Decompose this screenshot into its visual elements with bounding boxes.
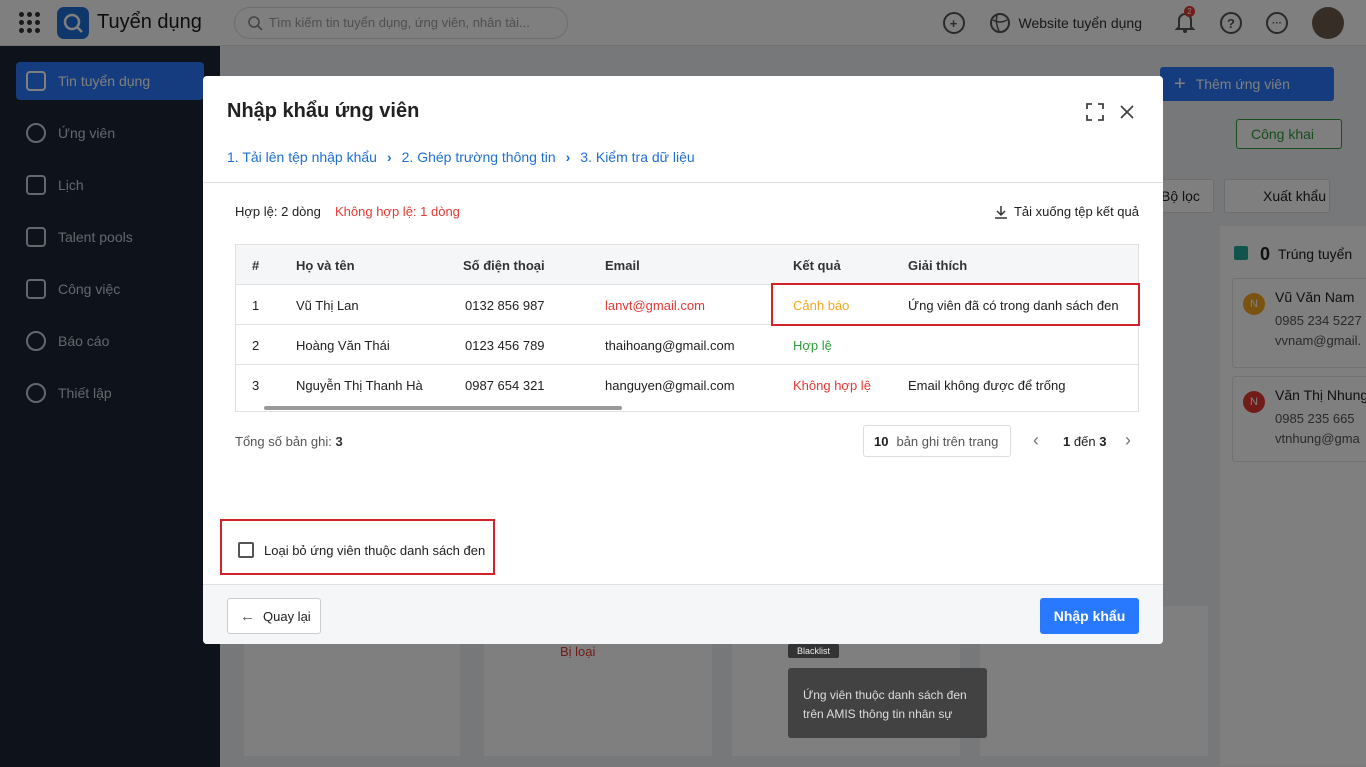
horizontal-scrollbar[interactable] xyxy=(264,406,622,410)
step-upload[interactable]: 1. Tải lên tệp nhập khẩu xyxy=(227,149,377,165)
back-button[interactable]: ← Quay lại xyxy=(227,598,321,634)
blacklist-tag: Blacklist xyxy=(788,644,839,658)
row-email: hanguyen@gmail.com xyxy=(605,377,735,393)
row-number: 1 xyxy=(252,297,260,313)
row-explain: Email không được để trống xyxy=(908,377,1066,393)
page-size-select[interactable]: 10 bản ghi trên trang xyxy=(863,425,1011,457)
chevron-right-icon: › xyxy=(386,149,392,165)
download-icon xyxy=(994,205,1007,219)
result-table: # Họ và tên Số điện thoại Email Kết quả … xyxy=(235,244,1139,412)
table-row[interactable]: 2 Hoàng Văn Thái 0123 456 789 thaihoang@… xyxy=(236,325,1138,365)
col-result: Kết quả xyxy=(793,257,841,273)
highlight-box xyxy=(220,519,495,575)
close-icon[interactable] xyxy=(1119,104,1135,120)
page-to-label: đến xyxy=(1073,434,1096,449)
modal-title: Nhập khẩu ứng viên xyxy=(227,100,420,122)
step-verify[interactable]: 3. Kiểm tra dữ liệu xyxy=(580,149,694,165)
row-email: thaihoang@gmail.com xyxy=(605,337,735,353)
col-name: Họ và tên xyxy=(296,257,355,273)
row-result: Hợp lệ xyxy=(793,337,832,353)
row-phone: 0132 856 987 xyxy=(465,297,545,313)
chevron-right-icon[interactable]: › xyxy=(1125,430,1131,451)
import-label: Nhập khẩu xyxy=(1053,608,1126,624)
divider xyxy=(203,182,1163,183)
back-label: Quay lại xyxy=(263,608,311,624)
page-to: 3 xyxy=(1099,434,1107,449)
modal-footer: ← Quay lại Nhập khẩu xyxy=(203,584,1163,644)
import-modal: Nhập khẩu ứng viên 1. Tải lên tệp nhập k… xyxy=(203,76,1163,644)
chevron-right-icon: › xyxy=(565,149,571,165)
col-phone: Số điện thoại xyxy=(463,257,545,273)
row-email: lanvt@gmail.com xyxy=(605,297,705,313)
total-label: Tổng số bản ghi: xyxy=(235,434,332,449)
chevron-left-icon[interactable]: ‹ xyxy=(1033,430,1039,451)
table-row[interactable]: 3 Nguyễn Thị Thanh Hà 0987 654 321 hangu… xyxy=(236,365,1138,405)
download-label: Tải xuống tệp kết quả xyxy=(1013,204,1139,219)
row-phone: 0987 654 321 xyxy=(465,377,545,393)
total-value: 3 xyxy=(335,434,343,449)
step-breadcrumb: 1. Tải lên tệp nhập khẩu › 2. Ghép trườn… xyxy=(227,149,695,165)
valid-summary: Hợp lệ: 2 dòng xyxy=(235,204,321,219)
total-records: Tổng số bản ghi: 3 xyxy=(235,434,343,449)
row-result: Không hợp lệ xyxy=(793,377,871,393)
row-number: 2 xyxy=(252,337,260,353)
col-number: # xyxy=(252,257,260,273)
step-mapping[interactable]: 2. Ghép trường thông tin xyxy=(402,149,556,165)
tooltip-line: Ứng viên thuộc danh sách đen xyxy=(803,688,967,702)
expand-icon[interactable] xyxy=(1086,103,1104,121)
import-button[interactable]: Nhập khẩu xyxy=(1040,598,1139,634)
arrow-left-icon: ← xyxy=(240,607,255,625)
row-phone: 0123 456 789 xyxy=(465,337,545,353)
blacklist-tooltip: Ứng viên thuộc danh sách đen trên AMIS t… xyxy=(788,668,987,738)
row-name: Hoàng Văn Thái xyxy=(296,337,390,353)
invalid-summary: Không hợp lệ: 1 dòng xyxy=(335,204,460,219)
tooltip-line: trên AMIS thông tin nhân sự xyxy=(803,707,953,721)
page-size-value: 10 xyxy=(874,433,889,449)
download-result-button[interactable]: Tải xuống tệp kết quả xyxy=(994,204,1139,219)
page-from: 1 xyxy=(1063,434,1071,449)
table-header: # Họ và tên Số điện thoại Email Kết quả … xyxy=(236,245,1138,285)
page-size-label: bản ghi trên trang xyxy=(896,433,999,449)
page-info: 1 đến 3 xyxy=(1063,434,1106,449)
col-email: Email xyxy=(605,257,640,273)
row-name: Nguyễn Thị Thanh Hà xyxy=(296,377,423,393)
row-number: 3 xyxy=(252,377,260,393)
row-name: Vũ Thị Lan xyxy=(296,297,359,313)
highlight-box xyxy=(771,283,1140,326)
col-explain: Giải thích xyxy=(908,257,968,273)
